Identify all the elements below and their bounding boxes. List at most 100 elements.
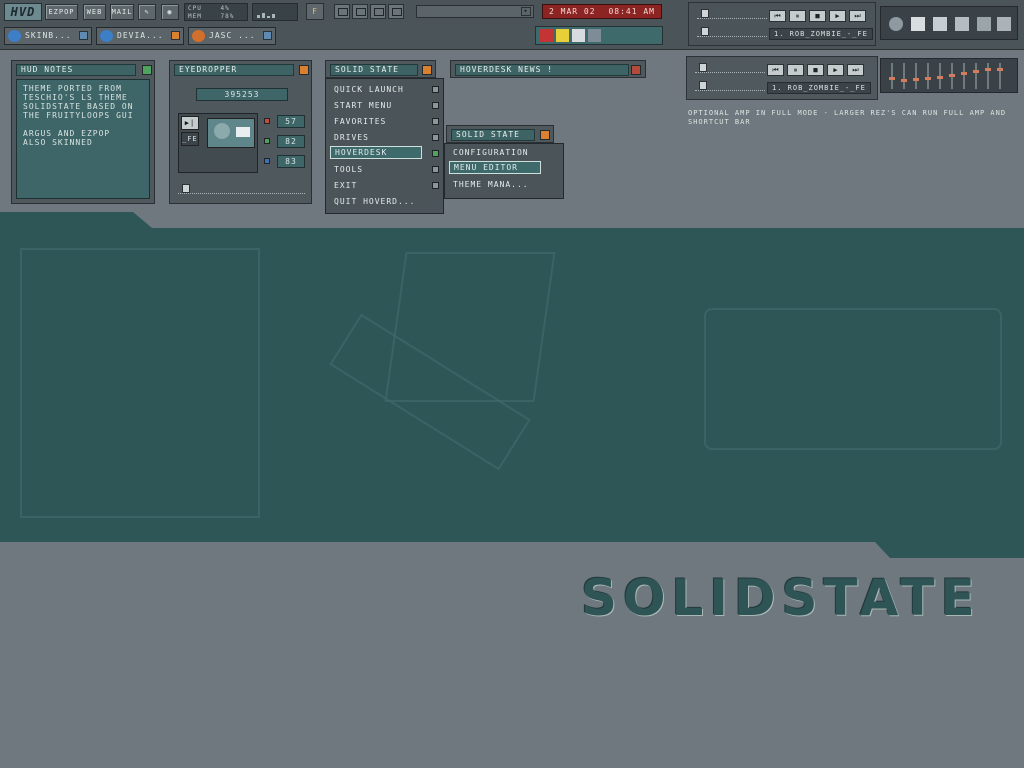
submenu-title-bar: SOLID STATE [446,125,554,143]
tools-icon[interactable] [955,17,969,31]
menu-item-menu-editor[interactable]: MENU EDITOR [449,161,541,174]
solid-state-title[interactable]: SOLID STATE [330,64,418,76]
window-tile-icon[interactable] [352,4,368,19]
task-close-icon[interactable] [79,31,88,40]
submenu-arrow-icon [432,118,439,125]
eyedropper-slider[interactable] [178,184,305,194]
hex-value[interactable]: 395253 [196,88,288,101]
note-line: THE FRUITYLOOPS GUI [23,111,134,120]
blue-value[interactable]: 83 [277,155,305,168]
ezpop-button[interactable]: EZPOP [45,4,78,20]
mini-track: _FE [181,132,199,146]
mem-value: 78% [220,13,235,20]
close-icon[interactable] [631,65,641,75]
blue-channel-icon [264,158,270,164]
hvd-logo[interactable]: HVD [4,3,42,21]
menu-label: TOOLS [334,165,364,174]
next-icon[interactable]: ⏭ [847,64,864,76]
close-icon[interactable] [142,65,152,75]
window-tile-vertical-icon[interactable] [370,4,386,19]
menu-item-drives[interactable]: DRIVES [330,131,439,144]
play-icon[interactable]: ▶ [829,10,846,22]
task-close-icon[interactable] [171,31,180,40]
mail-button[interactable]: MAIL [110,4,134,20]
now-playing-track[interactable]: 1. ROB_ZOMBIE_-_FE [767,82,871,94]
person-icon[interactable] [997,17,1011,31]
volume-slider[interactable] [695,63,765,73]
volume-slider[interactable] [697,9,767,19]
previous-icon[interactable]: ⏮ [767,64,784,76]
eyedropper-widget: EYEDROPPER 395253 ▶| _FE 57 82 83 [169,60,312,204]
equalizer[interactable] [880,58,1018,93]
red-value[interactable]: 57 [277,115,305,128]
mail-icon [236,127,250,137]
submenu-arrow-icon [432,86,439,93]
solid-state-menu: QUICK LAUNCH START MENU FAVORITES DRIVES… [325,78,444,214]
note-line: ALSO SKINNED [23,138,93,147]
previous-icon[interactable]: ⏮ [769,10,786,22]
task-label: JASC ... [209,31,256,40]
play-icon[interactable]: ▶| [181,116,199,130]
cpu-value: 4% [220,5,230,12]
amp-small: ⏮ ⏸ ■ ▶ ⏭ 1. ROB_ZOMBIE_-_FE [688,2,876,46]
note-line: ARGUS AND EZPOP [23,129,111,138]
now-playing-track[interactable]: 1. ROB_ZOMBIE_-_FE [769,28,873,40]
network-icon[interactable] [588,29,601,42]
pause-icon[interactable]: ⏸ [787,64,804,76]
task-button-jasc[interactable]: JASC ... [188,27,276,45]
menu-item-favorites[interactable]: FAVORITES [330,115,439,128]
task-label: SKINB... [25,31,72,40]
chevron-down-icon[interactable]: ▾ [521,7,531,16]
stop-icon[interactable]: ■ [809,10,826,22]
web-button[interactable]: WEB [83,4,106,20]
hoverdesk-arrow[interactable] [330,147,439,160]
amp-note: OPTIONAL AMP IN FULL MODE - LARGER REZ'S… [688,109,1007,126]
balance-slider[interactable] [695,81,765,91]
hud-notes-body[interactable]: THEME PORTED FROM TESCHIO'S LS THEME SOL… [16,79,150,199]
news-title[interactable]: HOVERDESK NEWS ! [455,64,629,76]
menu-item-exit[interactable]: EXIT [330,179,439,192]
workspace-dropdown[interactable]: ▾ [416,5,534,18]
clock-time: 08:41 AM [608,7,655,16]
tray-app-icon[interactable] [556,29,569,42]
eyedropper-preview: ▶| _FE [178,113,258,173]
mail-icon[interactable] [572,29,585,42]
stop-icon[interactable]: ■ [807,64,824,76]
menu-item-configuration[interactable]: CONFIGURATION [449,146,557,159]
globe-icon[interactable] [889,17,903,31]
users-icon[interactable] [977,17,991,31]
submenu-title[interactable]: SOLID STATE [451,129,535,141]
close-icon[interactable] [299,65,309,75]
task-button-deviantart[interactable]: DEVIA... [96,27,184,45]
pencil-icon[interactable]: ✎ [138,4,156,20]
close-icon[interactable] [540,130,550,140]
shortcut-bar [880,6,1018,40]
menu-item-theme-manager[interactable]: THEME MANA... [449,178,557,191]
next-icon[interactable]: ⏭ [849,10,866,22]
task-close-icon[interactable] [263,31,272,40]
close-icon[interactable] [422,65,432,75]
tray-app-icon[interactable] [540,29,553,42]
pause-icon[interactable]: ⏸ [789,10,806,22]
balance-slider[interactable] [697,27,767,37]
menu-item-quit-hoverdesk[interactable]: QUIT HOVERD... [330,195,437,208]
window-minimize-all-icon[interactable] [388,4,404,19]
system-tray [535,26,663,45]
note-line [23,120,143,129]
menu-item-tools[interactable]: TOOLS [330,163,439,176]
green-value[interactable]: 82 [277,135,305,148]
eye-icon[interactable]: ◉ [161,4,179,20]
cpu-label: CPU [188,5,202,12]
edit-icon[interactable] [933,17,947,31]
mail-icon[interactable] [911,17,925,31]
eyedropper-title[interactable]: EYEDROPPER [174,64,294,76]
task-button-skinbase[interactable]: SKINB... [4,27,92,45]
hud-notes-title[interactable]: HUD NOTES [16,64,136,76]
menu-item-start-menu[interactable]: START MENU [330,99,439,112]
window-cascade-icon[interactable] [334,4,350,19]
menu-item-quick-launch[interactable]: QUICK LAUNCH [330,83,439,96]
solidstate-logo: SOLIDSTATE [581,569,981,627]
hoverdesk-submenu: CONFIGURATION MENU EDITOR THEME MANA... [444,143,564,199]
f-button[interactable]: F [306,3,324,20]
play-icon[interactable]: ▶ [827,64,844,76]
